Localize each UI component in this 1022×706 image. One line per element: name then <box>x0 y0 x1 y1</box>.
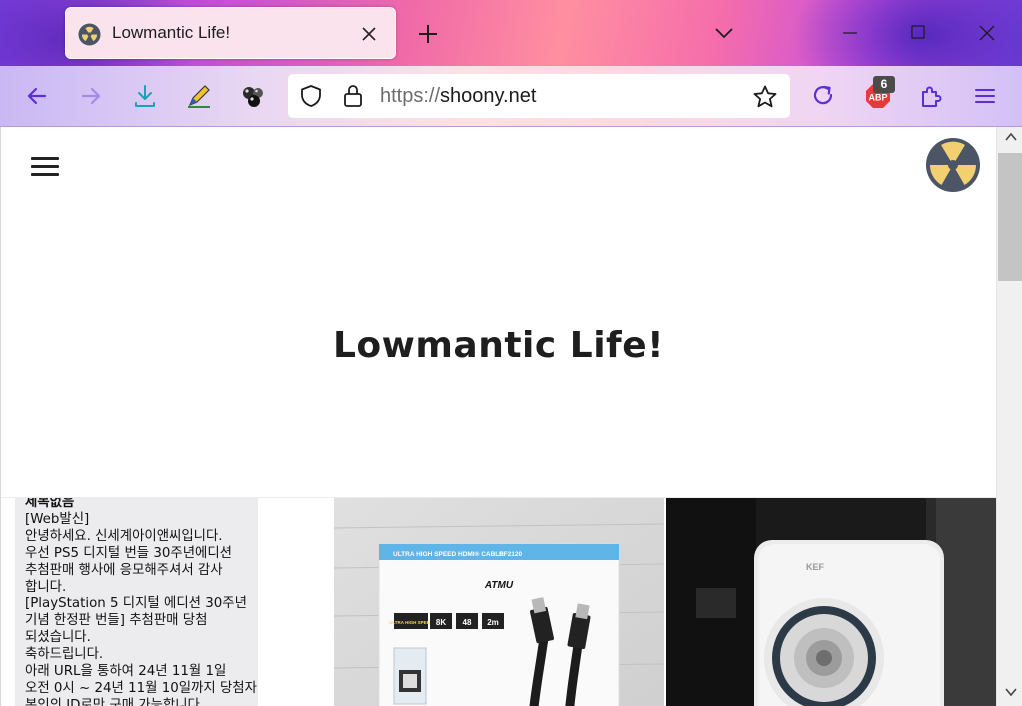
scroll-up-arrow-icon[interactable] <box>1004 131 1018 143</box>
forward-icon[interactable] <box>78 83 104 109</box>
new-tab-icon[interactable] <box>416 22 440 46</box>
scroll-down-arrow-icon[interactable] <box>1004 686 1018 698</box>
close-window-icon[interactable] <box>976 22 998 44</box>
post-card-hdmi-photo[interactable]: ULTRA HIGH SPEED HDMI® CABLE HF2120 ATMU… <box>334 498 664 706</box>
post-line: 축하드립니다. <box>25 647 104 663</box>
page-scrollbar[interactable] <box>996 127 1022 706</box>
reload-icon[interactable] <box>810 83 836 109</box>
hdmi-box-code: HF2120 <box>499 551 523 558</box>
maximize-icon[interactable] <box>908 22 928 42</box>
post-line: 우선 PS5 디지털 번들 30주년에디션 <box>25 545 232 561</box>
lock-icon[interactable] <box>341 83 365 109</box>
balls-extension-icon[interactable] <box>240 83 266 109</box>
post-line: 합니다. <box>25 579 67 595</box>
post-line: 안녕하세요. 신세계아이앤씨입니다. <box>25 528 223 544</box>
hamburger-menu-button[interactable] <box>31 155 61 177</box>
tab-title: Lowmantic Life! <box>112 23 231 42</box>
post-line: 되셨습니다. <box>25 630 91 646</box>
svg-text:ABP: ABP <box>868 93 887 103</box>
star-icon[interactable] <box>752 84 778 110</box>
minimize-icon[interactable] <box>840 22 860 42</box>
post-line: 추첨판매 행사에 응모해주셔서 감사 <box>25 562 223 578</box>
hdmi-box-brand: ATMU <box>484 580 514 591</box>
post-line: 오전 0시 ~ 24년 11월 10일까지 당첨자 <box>25 680 257 696</box>
scrollbar-thumb[interactable] <box>998 153 1022 281</box>
hamburger-line <box>31 173 59 176</box>
pen-icon[interactable] <box>186 83 212 109</box>
adblock-count-badge: 6 <box>873 76 895 93</box>
page-viewport: Lowmantic Life! 제목없음 [Web발신] 안녕하세요. 신세계아… <box>0 127 1022 706</box>
post-line: [Web발신] <box>25 511 90 527</box>
close-tab-icon[interactable] <box>358 23 380 45</box>
post-card-text[interactable]: 제목없음 [Web발신] 안녕하세요. 신세계아이앤씨입니다. 우선 PS5 디… <box>15 498 258 706</box>
tab-active[interactable]: Lowmantic Life! <box>65 7 396 59</box>
post-line: 본인의 ID로만 구매 가능합니다. <box>25 697 205 706</box>
hdmi-box-header: ULTRA HIGH SPEED HDMI® CABLE <box>393 550 504 558</box>
post-line: 아래 URL을 통하여 24년 11월 1일 <box>25 664 227 680</box>
kef-speaker-image: KEF <box>666 498 996 706</box>
download-icon[interactable] <box>132 83 158 109</box>
post-line: 기념 한정판 번들] 추첨판매 당첨 <box>25 613 208 629</box>
shield-icon[interactable] <box>299 84 323 108</box>
back-icon[interactable] <box>24 83 50 109</box>
url-scheme: https:// <box>380 85 441 107</box>
post-line: [PlayStation 5 디지털 에디션 30주년 <box>25 596 247 612</box>
hamburger-line <box>31 157 59 160</box>
post-title: 제목없음 <box>25 498 75 510</box>
hamburger-line <box>31 165 59 168</box>
hdmi-badge: 8K <box>436 618 446 627</box>
chevron-down-icon[interactable] <box>713 23 735 43</box>
site-logo-avatar[interactable] <box>925 137 981 193</box>
kef-brand: KEF <box>806 562 825 572</box>
post-card-speaker-photo[interactable]: KEF <box>666 498 996 706</box>
url-text[interactable]: https://shoony.net <box>380 85 536 108</box>
menu-icon[interactable] <box>972 83 998 109</box>
hdmi-badge: 48 <box>463 618 472 627</box>
hdmi-badge: 2m <box>487 618 499 627</box>
page-title: Lowmantic Life! <box>332 325 665 366</box>
title-bar: Lowmantic Life! <box>0 0 1022 66</box>
hdmi-cable-box-image: ULTRA HIGH SPEED HDMI® CABLE HF2120 ATMU… <box>334 498 664 706</box>
radiation-icon <box>78 23 101 46</box>
address-bar[interactable]: https://shoony.net <box>288 74 790 118</box>
extensions-icon[interactable] <box>918 83 944 109</box>
hdmi-badge: ULTRA HIGH SPEED <box>389 620 434 625</box>
nav-toolbar: https://shoony.net ABP <box>0 66 1022 127</box>
url-host: shoony.net <box>440 85 537 107</box>
